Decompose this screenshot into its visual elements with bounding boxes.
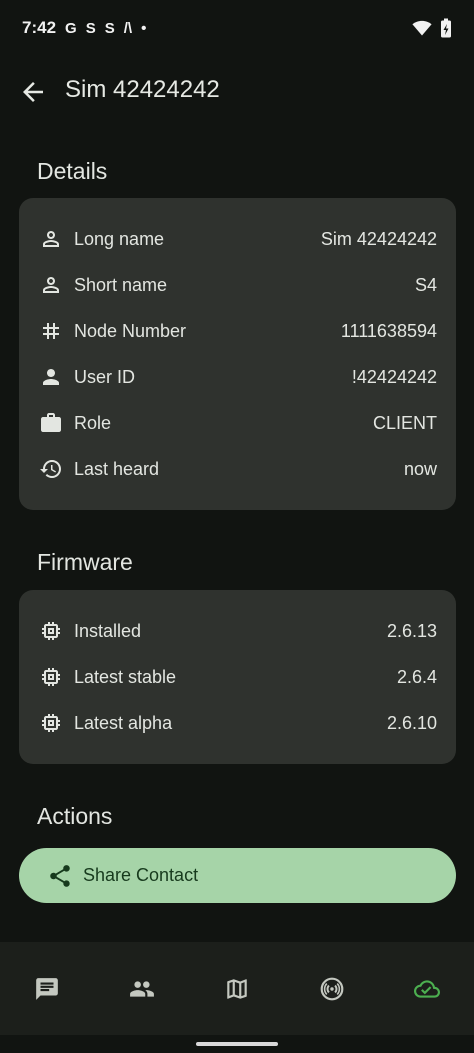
- nav-channels[interactable]: [284, 942, 379, 1035]
- details-card: Long name Sim 42424242 Short name S4 Nod…: [19, 198, 456, 510]
- status-left: 7:42 G S S /\ •: [22, 18, 146, 38]
- bottom-navigation: [0, 942, 474, 1035]
- last-heard-value: now: [403, 458, 437, 479]
- long-name-label: Long name: [74, 228, 165, 249]
- nav-nodes[interactable]: [95, 942, 190, 1035]
- chip-icon: [38, 664, 64, 690]
- role-value: CLIENT: [372, 412, 437, 433]
- detail-row-node-number: Node Number 1111638594: [19, 308, 456, 354]
- firmware-section-title: Firmware: [37, 549, 133, 575]
- back-button[interactable]: [18, 77, 48, 107]
- installed-value: 2.6.13: [386, 620, 437, 641]
- chip-icon: [38, 710, 64, 736]
- nodes-icon: [130, 980, 155, 997]
- nav-map[interactable]: [190, 942, 285, 1035]
- nav-messages[interactable]: [0, 942, 95, 1035]
- messages-icon: [36, 977, 59, 1000]
- notification-dot-icon: •: [141, 19, 147, 37]
- channels-icon: [320, 977, 344, 1000]
- long-name-value: Sim 42424242: [320, 228, 437, 249]
- page-title: Sim 42424242: [65, 76, 220, 103]
- notification-s-icon: S: [85, 19, 96, 37]
- connected-cloud-icon: [413, 979, 440, 998]
- battery-icon: [441, 18, 451, 38]
- role-label: Role: [74, 412, 112, 433]
- short-name-label: Short name: [74, 274, 168, 295]
- details-section-title: Details: [37, 158, 108, 184]
- app-bar: Sim 42424242: [0, 64, 474, 120]
- map-icon: [227, 978, 247, 999]
- status-time: 7:42: [22, 18, 57, 37]
- detail-row-user-id: User ID !42424242: [19, 354, 456, 400]
- latest-stable-label: Latest stable: [74, 666, 177, 687]
- share-icon: [50, 865, 70, 887]
- detail-row-last-heard: Last heard now: [19, 446, 456, 492]
- briefcase-icon: [38, 410, 64, 436]
- firmware-row-latest-alpha: Latest alpha 2.6.10: [19, 700, 456, 746]
- arrow-back-icon: [23, 82, 43, 102]
- share-contact-label: Share Contact: [83, 865, 199, 885]
- firmware-row-latest-stable: Latest stable 2.6.4: [19, 654, 456, 700]
- chip-icon: [38, 618, 64, 644]
- nav-connections[interactable]: [379, 942, 474, 1035]
- notification-s-icon: S: [104, 19, 115, 37]
- latest-stable-value: 2.6.4: [396, 666, 437, 687]
- node-number-value: 1111638594: [340, 320, 437, 341]
- status-right: [412, 18, 452, 38]
- wifi-icon: [412, 20, 432, 36]
- short-name-value: S4: [414, 274, 437, 295]
- actions-section-title: Actions: [37, 803, 113, 829]
- firmware-card: Installed 2.6.13 Latest stable 2.6.4 Lat…: [19, 590, 456, 764]
- history-icon: [38, 456, 64, 482]
- latest-alpha-label: Latest alpha: [74, 712, 173, 733]
- gesture-handle[interactable]: [196, 1042, 278, 1046]
- google-icon: G: [65, 19, 77, 37]
- person-icon: [38, 226, 64, 252]
- detail-row-long-name: Long name Sim 42424242: [19, 216, 456, 262]
- detail-row-short-name: Short name S4: [19, 262, 456, 308]
- user-id-label: User ID: [74, 366, 136, 387]
- latest-alpha-value: 2.6.10: [386, 712, 437, 733]
- notification-mountain-icon: /\: [123, 19, 133, 37]
- detail-row-role: Role CLIENT: [19, 400, 456, 446]
- firmware-row-installed: Installed 2.6.13: [19, 608, 456, 654]
- hash-icon: [38, 318, 64, 344]
- share-contact-button[interactable]: Share Contact: [19, 848, 456, 903]
- node-number-label: Node Number: [74, 320, 187, 341]
- person-filled-icon: [38, 364, 64, 390]
- status-bar: 7:42 G S S /\ •: [0, 0, 474, 56]
- last-heard-label: Last heard: [74, 458, 160, 479]
- user-id-value: !42424242: [351, 366, 437, 387]
- installed-label: Installed: [74, 620, 142, 641]
- person-icon: [38, 272, 64, 298]
